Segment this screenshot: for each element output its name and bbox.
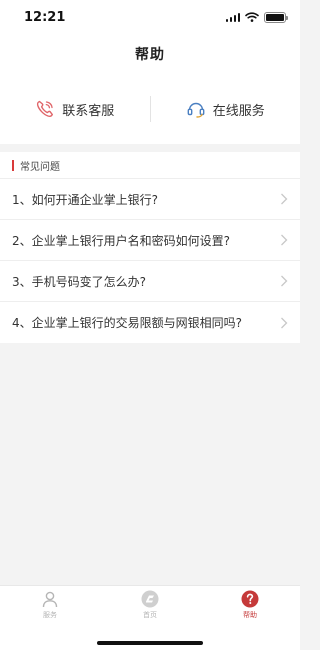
faq-section: 常见问题 1、如何开通企业掌上银行? 2、企业掌上银行用户名和密码如何设置? 3…	[0, 152, 300, 343]
nav-header: 帮助	[0, 34, 300, 74]
chevron-right-icon	[281, 275, 288, 287]
help-screen: 12:21 帮助 联系客服 在线服务 常见问题 1、如何开通企业掌上银行? 2、…	[0, 0, 300, 650]
contact-customer-service-label: 联系客服	[62, 103, 115, 119]
help-icon	[241, 590, 259, 608]
phone-icon	[37, 100, 54, 117]
home-logo-icon	[141, 590, 159, 608]
tab-service[interactable]: 服务	[30, 590, 70, 620]
tab-help-label: 帮助	[243, 611, 257, 619]
faq-item[interactable]: 3、手机号码变了怎么办?	[0, 261, 300, 302]
contact-row: 联系客服 在线服务	[0, 74, 300, 144]
faq-question: 2、企业掌上银行用户名和密码如何设置?	[12, 233, 231, 248]
faq-accent-bar	[12, 159, 14, 171]
battery-icon	[264, 11, 288, 23]
person-icon	[42, 591, 58, 608]
chevron-right-icon	[281, 317, 288, 328]
faq-title: 常见问题	[20, 161, 60, 173]
tab-service-label: 服务	[43, 611, 57, 619]
online-service-button[interactable]: 在线服务	[151, 74, 301, 144]
status-icons	[225, 11, 288, 23]
page-title: 帮助	[135, 47, 165, 63]
faq-header: 常见问题	[0, 152, 300, 179]
headset-icon	[187, 102, 205, 118]
cellular-signal-icon	[225, 12, 240, 22]
contact-customer-service-button[interactable]: 联系客服	[0, 74, 150, 144]
tab-bar: 服务 首页 帮助	[0, 585, 300, 650]
faq-question: 1、如何开通企业掌上银行?	[12, 192, 159, 207]
tab-home[interactable]: 首页	[130, 590, 170, 620]
faq-item[interactable]: 2、企业掌上银行用户名和密码如何设置?	[0, 220, 300, 261]
faq-question: 3、手机号码变了怎么办?	[12, 274, 147, 289]
faq-item[interactable]: 1、如何开通企业掌上银行?	[0, 179, 300, 220]
tab-home-label: 首页	[143, 611, 157, 619]
status-bar: 12:21	[0, 0, 300, 34]
wifi-icon	[245, 12, 259, 22]
online-service-label: 在线服务	[212, 103, 265, 119]
chevron-right-icon	[281, 234, 288, 246]
faq-question: 4、企业掌上银行的交易限额与网银相同吗?	[12, 316, 243, 330]
status-time: 12:21	[24, 9, 66, 25]
home-indicator[interactable]	[97, 641, 203, 645]
chevron-right-icon	[281, 193, 288, 205]
tab-help[interactable]: 帮助	[230, 590, 270, 620]
faq-item[interactable]: 4、企业掌上银行的交易限额与网银相同吗?	[0, 302, 300, 343]
